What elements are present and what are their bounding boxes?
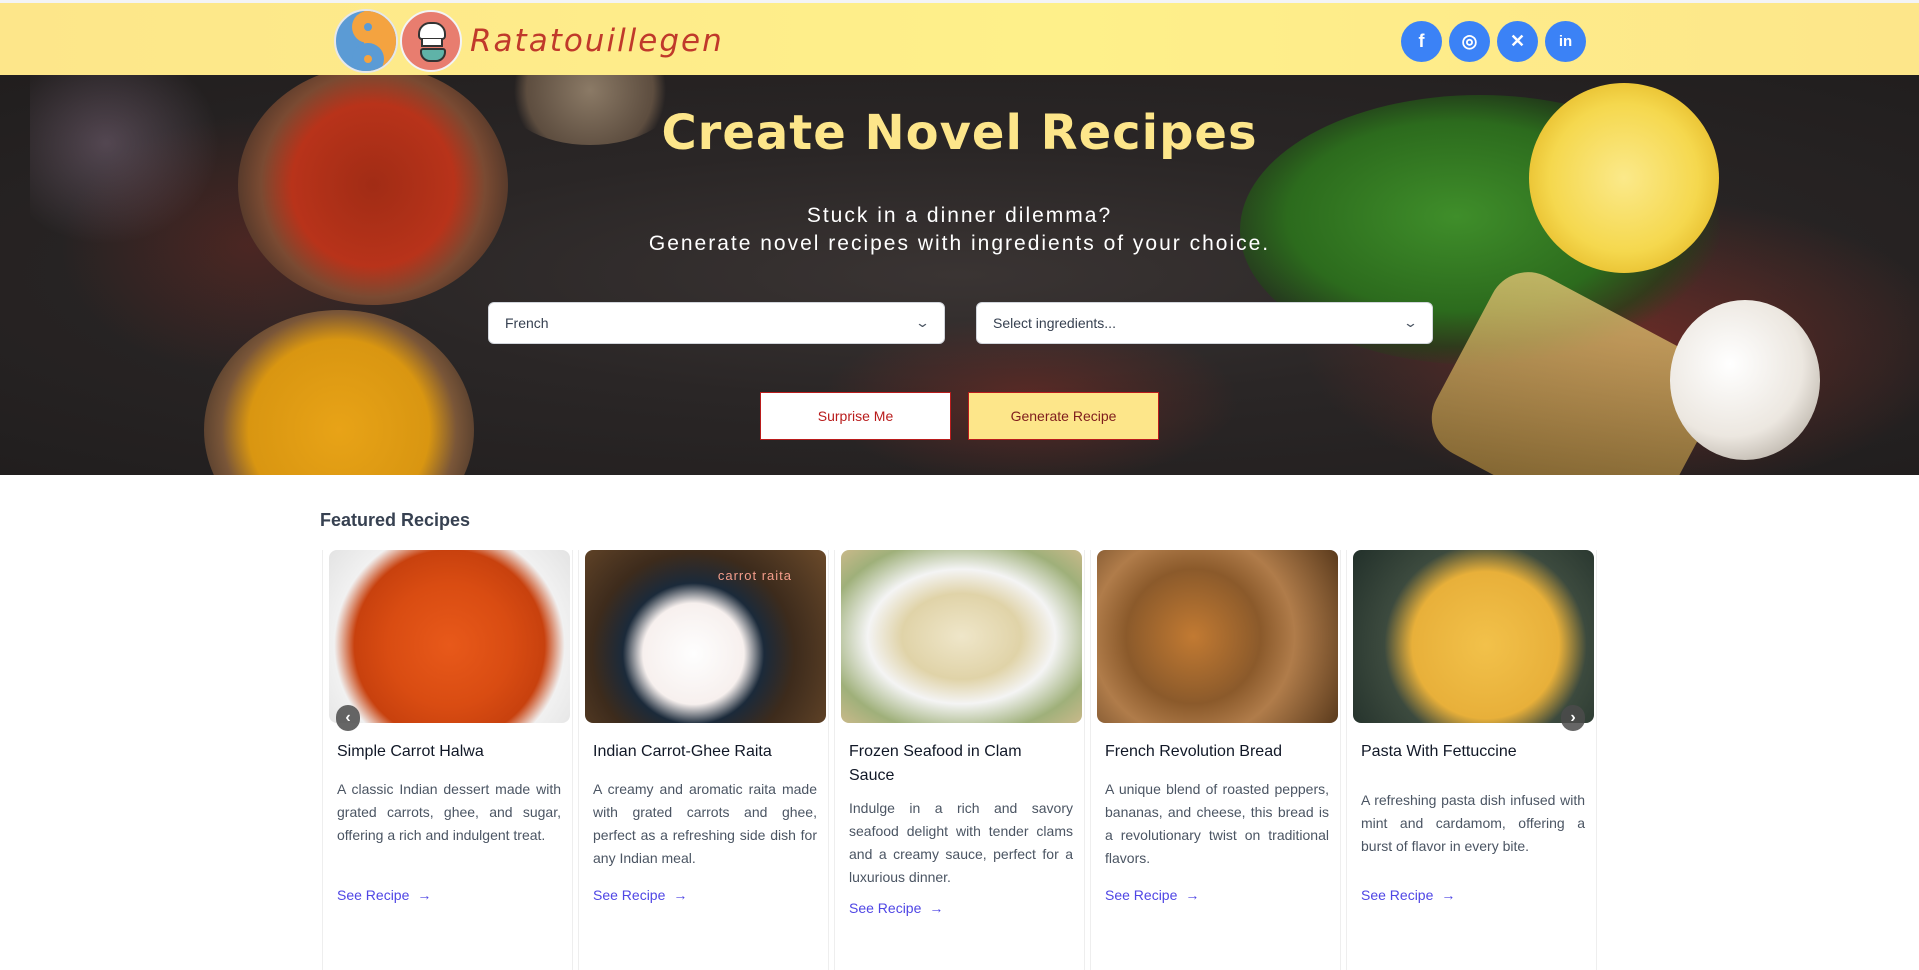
recipe-description: A classic Indian dessert made with grate…	[337, 781, 561, 843]
recipe-title: Indian Carrot-Ghee Raita	[593, 743, 772, 760]
see-recipe-label: See Recipe	[849, 900, 922, 916]
yin-yang-logo-icon	[334, 9, 398, 73]
brand-name: Ratatouillegen	[470, 23, 724, 59]
chevron-left-icon: ‹	[345, 709, 351, 726]
see-recipe-label: See Recipe	[1361, 887, 1434, 903]
see-recipe-link[interactable]: See Recipe →	[593, 887, 687, 903]
surprise-me-button[interactable]: Surprise Me	[760, 392, 951, 440]
recipe-title: Simple Carrot Halwa	[337, 743, 484, 760]
recipe-image	[329, 550, 570, 723]
recipe-card: Frozen Seafood in Clam Sauce Indulge in …	[834, 550, 1085, 970]
social-links: f ◎ ✕ in	[1401, 21, 1593, 62]
featured-recipes-carousel: Simple Carrot Halwa A classic Indian des…	[322, 550, 1598, 970]
recipe-card: French Revolution Bread A unique blend o…	[1090, 550, 1341, 970]
ingredients-select[interactable]: Select ingredients... ⌄	[976, 302, 1433, 344]
recipe-image	[841, 550, 1082, 723]
linkedin-icon[interactable]: in	[1545, 21, 1586, 62]
instagram-icon[interactable]: ◎	[1449, 21, 1490, 62]
recipe-title: French Revolution Bread	[1105, 743, 1282, 760]
recipe-image	[1353, 550, 1594, 723]
ingredients-select-placeholder: Select ingredients...	[993, 315, 1116, 331]
see-recipe-label: See Recipe	[1105, 887, 1178, 903]
recipe-title: Pasta With Fettuccine	[1361, 743, 1517, 760]
carousel-prev-button[interactable]: ‹	[336, 705, 360, 731]
carousel-next-button[interactable]: ›	[1561, 705, 1585, 731]
featured-recipes-heading: Featured Recipes	[320, 510, 471, 530]
arrow-right-icon: →	[1185, 887, 1200, 903]
recipe-card: Pasta With Fettuccine A refreshing pasta…	[1346, 550, 1597, 970]
chef-hat-logo-icon	[400, 10, 462, 72]
arrow-right-icon: →	[929, 900, 944, 916]
facebook-icon[interactable]: f	[1401, 21, 1442, 62]
hero-title: Create Novel Recipes	[661, 105, 1258, 161]
see-recipe-link[interactable]: See Recipe →	[1361, 887, 1455, 903]
hero-subtitle-line2: Generate novel recipes with ingredients …	[648, 232, 1271, 255]
cuisine-select[interactable]: French ⌄	[488, 302, 945, 344]
see-recipe-label: See Recipe	[337, 887, 410, 903]
see-recipe-link[interactable]: See Recipe →	[849, 900, 943, 916]
chevron-down-icon: ⌄	[914, 315, 931, 330]
see-recipe-link[interactable]: See Recipe →	[337, 887, 431, 903]
recipe-description: Indulge in a rich and savory seafood del…	[849, 800, 1073, 885]
recipe-title: Frozen Seafood in Clam Sauce	[849, 743, 1022, 784]
recipe-image: carrot raita	[585, 550, 826, 723]
recipe-image-caption: carrot raita	[717, 568, 792, 583]
onion-image	[1670, 300, 1820, 460]
chevron-down-icon: ⌄	[1402, 315, 1419, 330]
chevron-right-icon: ›	[1570, 709, 1576, 726]
x-icon[interactable]: ✕	[1497, 21, 1538, 62]
generate-recipe-button[interactable]: Generate Recipe	[968, 392, 1159, 440]
recipe-description: A unique blend of roasted peppers, banan…	[1105, 781, 1329, 866]
arrow-right-icon: →	[673, 887, 688, 903]
recipe-card: Simple Carrot Halwa A classic Indian des…	[322, 550, 573, 970]
see-recipe-label: See Recipe	[593, 887, 666, 903]
logo[interactable]: Ratatouillegen	[334, 9, 724, 73]
arrow-right-icon: →	[417, 887, 432, 903]
hero-subtitle-line1: Stuck in a dinner dilemma?	[806, 204, 1113, 227]
hero-subtitle: Stuck in a dinner dilemma? Generate nove…	[0, 202, 1919, 258]
recipe-image	[1097, 550, 1338, 723]
arrow-right-icon: →	[1441, 887, 1456, 903]
cuisine-select-value: French	[505, 315, 549, 331]
hero-section: Create Novel Recipes Stuck in a dinner d…	[0, 75, 1919, 475]
see-recipe-link[interactable]: See Recipe →	[1105, 887, 1199, 903]
recipe-card: carrot raita Indian Carrot-Ghee Raita A …	[578, 550, 829, 970]
recipe-description: A refreshing pasta dish infused with min…	[1361, 792, 1585, 854]
recipe-description: A creamy and aromatic raita made with gr…	[593, 781, 817, 866]
top-header: Ratatouillegen f ◎ ✕ in	[0, 0, 1919, 75]
